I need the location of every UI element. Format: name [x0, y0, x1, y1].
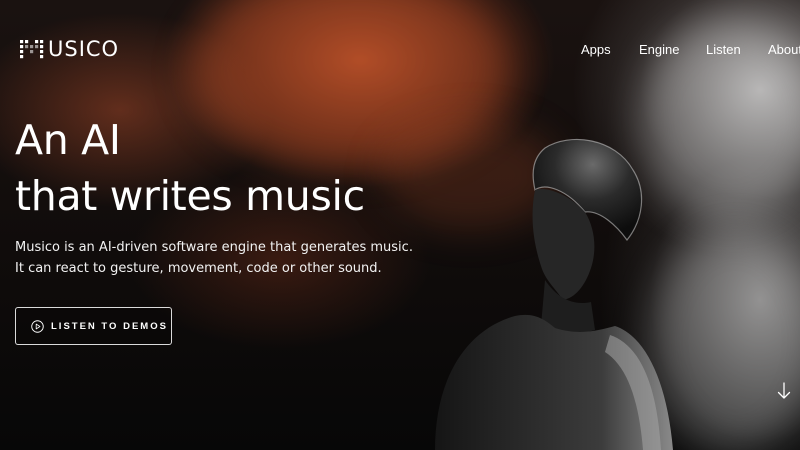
listen-to-demos-label: LISTEN TO DEMOS	[51, 320, 168, 332]
musico-dots-m-logo-icon	[20, 40, 44, 59]
hero-subtitle-line-1: Musico is an AI-driven software engine t…	[15, 240, 413, 255]
hero-subtitle-line-2: It can react to gesture, movement, code …	[15, 261, 382, 276]
nav-item-listen[interactable]: Listen	[706, 42, 741, 57]
top-nav: USICO Apps Engine Listen About	[0, 0, 800, 100]
hero-section: USICO Apps Engine Listen About An AI tha…	[0, 0, 800, 450]
brand-logo[interactable]: USICO	[20, 37, 119, 61]
arrow-down-icon[interactable]	[776, 381, 792, 401]
hero-headline: An AI that writes music	[15, 112, 365, 224]
play-circle-icon	[31, 319, 44, 333]
listen-to-demos-button[interactable]: LISTEN TO DEMOS	[15, 307, 172, 345]
brand-name: USICO	[48, 37, 120, 61]
nav-item-apps[interactable]: Apps	[581, 42, 611, 57]
nav-item-engine[interactable]: Engine	[639, 42, 679, 57]
hero-subtitle: Musico is an AI-driven software engine t…	[15, 237, 413, 279]
hero-headline-line-2: that writes music	[15, 172, 365, 220]
person-in-smoke-photo	[435, 138, 673, 450]
hero-headline-line-1: An AI	[15, 116, 121, 164]
nav-item-about[interactable]: About	[768, 42, 800, 57]
